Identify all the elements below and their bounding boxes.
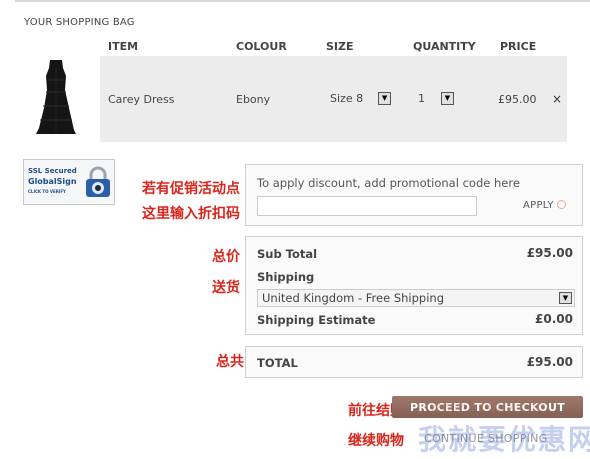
shipping-estimate-label: Shipping Estimate (257, 313, 376, 327)
column-header-price: PRICE (500, 40, 537, 53)
total-value: £95.00 (526, 355, 573, 369)
shipping-select[interactable]: United Kingdom - Free Shipping ▼ (257, 289, 575, 307)
annotation-shipping: 送货 (212, 280, 240, 296)
annotation-discount-line2: 这里输入折扣码 (142, 206, 240, 222)
chevron-down-icon: ▼ (441, 92, 454, 105)
annotation-subtotal: 总价 (212, 249, 240, 265)
ssl-secured-badge[interactable]: SSL Secured GlobalSign CLICK TO VERIFY (23, 159, 115, 205)
apply-button-label: APPLY (523, 200, 554, 211)
shipping-estimate-value: £0.00 (535, 312, 573, 326)
promo-code-input[interactable] (257, 196, 477, 216)
column-header-size: SIZE (326, 40, 354, 53)
lock-icon (86, 166, 110, 197)
arrow-circle-icon (556, 200, 566, 209)
remove-item-button[interactable]: × (552, 92, 562, 106)
shipping-label: Shipping (257, 270, 315, 284)
ssl-badge-line3: CLICK TO VERIFY (28, 189, 66, 194)
ssl-badge-line2: GlobalSign (28, 177, 77, 186)
column-header-colour: COLOUR (236, 40, 287, 53)
column-header-item: ITEM (108, 40, 139, 53)
size-select-value: Size 8 (330, 92, 364, 105)
annotation-total: 总共 (216, 354, 244, 370)
quantity-select[interactable]: 1 ▼ (418, 91, 454, 106)
watermark-text: 我就要优惠网 (418, 423, 590, 456)
subtotal-label: Sub Total (257, 247, 318, 261)
size-select[interactable]: Size 8 ▼ (330, 91, 392, 106)
discount-prompt: To apply discount, add promotional code … (257, 176, 520, 190)
page-title: YOUR SHOPPING BAG (24, 17, 135, 28)
shipping-select-value: United Kingdom - Free Shipping (262, 291, 444, 305)
order-summary-panel: Sub Total £95.00 Shipping United Kingdom… (245, 236, 583, 335)
product-colour: Ebony (236, 93, 271, 106)
chevron-down-icon: ▼ (378, 92, 392, 105)
quantity-select-value: 1 (418, 92, 425, 105)
total-panel: TOTAL £95.00 (245, 346, 583, 378)
product-price: £95.00 (498, 93, 537, 106)
product-name[interactable]: Carey Dress (108, 93, 174, 106)
discount-panel: To apply discount, add promotional code … (245, 164, 583, 226)
chevron-down-icon: ▼ (559, 292, 572, 304)
product-image[interactable] (36, 58, 76, 136)
annotation-continue: 继续购物 (348, 433, 404, 449)
column-header-quantity: QUANTITY (413, 40, 476, 53)
subtotal-value: £95.00 (526, 246, 573, 260)
ssl-badge-line1: SSL Secured (28, 167, 77, 175)
top-divider (15, 0, 590, 2)
apply-button[interactable]: APPLY (523, 200, 566, 211)
annotation-discount-line1: 若有促销活动点 (142, 181, 240, 197)
watermark-url: www.51buy.com (430, 400, 550, 415)
total-label: TOTAL (257, 356, 298, 370)
